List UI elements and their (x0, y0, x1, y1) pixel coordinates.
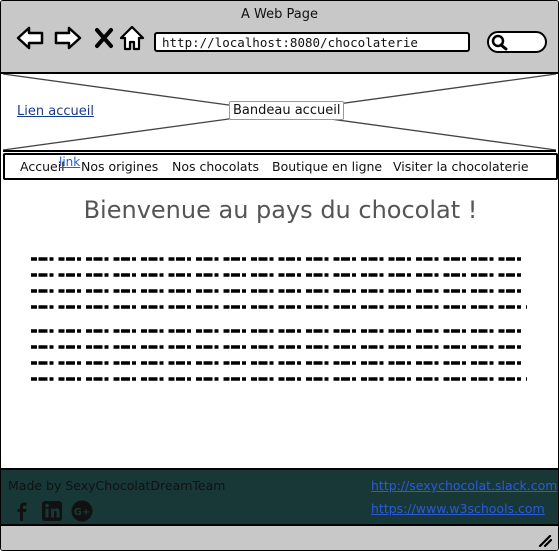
scribble-text-2 (31, 329, 527, 381)
linkedin-icon[interactable] (41, 500, 63, 522)
menu-item-accueil[interactable]: Accueil (20, 159, 65, 174)
menu-item-nos-origines[interactable]: Nos origines (81, 159, 158, 174)
scribble-text-1 (31, 257, 527, 309)
home-link[interactable]: Lien accueil (17, 104, 94, 119)
search-icon[interactable] (487, 31, 547, 53)
footer-credits: Made by SexyChocolatDreamTeam (8, 478, 226, 493)
page-footer: Made by SexyChocolatDreamTeam http://sex… (1, 468, 558, 526)
svg-text:G+: G+ (74, 507, 91, 518)
forward-arrow-icon[interactable] (53, 23, 83, 53)
window-title: A Web Page (241, 7, 318, 22)
footer-link-slack[interactable]: http://sexychocolat.slack.com (371, 478, 557, 493)
menu-item-visiter[interactable]: Visiter la chocolaterie (393, 159, 529, 174)
menu-item-boutique[interactable]: Boutique en ligne (272, 159, 382, 174)
resize-grip-icon[interactable] (536, 535, 552, 547)
status-bar (1, 524, 558, 550)
page-headline: Bienvenue au pays du chocolat ! (83, 196, 478, 224)
google-plus-icon[interactable]: G+ (71, 500, 93, 522)
link-badge[interactable]: link (59, 155, 80, 169)
close-icon[interactable] (89, 23, 119, 53)
footer-link-w3schools[interactable]: https://www.w3schools.com (371, 501, 545, 516)
back-arrow-icon[interactable] (15, 23, 45, 53)
menu-item-nos-chocolats[interactable]: Nos chocolats (172, 159, 259, 174)
browser-window: A Web Page http://localhost:8080/chocola… (0, 0, 559, 551)
address-bar[interactable]: http://localhost:8080/chocolaterie (154, 32, 470, 52)
home-icon[interactable] (117, 23, 147, 53)
facebook-icon[interactable] (11, 500, 33, 522)
browser-toolbar: A Web Page http://localhost:8080/chocola… (1, 1, 558, 74)
banner-label: Bandeau accueil (229, 101, 345, 120)
banner-image-placeholder: Lien accueil Bandeau accueil (3, 74, 556, 152)
main-menu: Accueil link Nos origines Nos chocolats … (3, 153, 558, 180)
